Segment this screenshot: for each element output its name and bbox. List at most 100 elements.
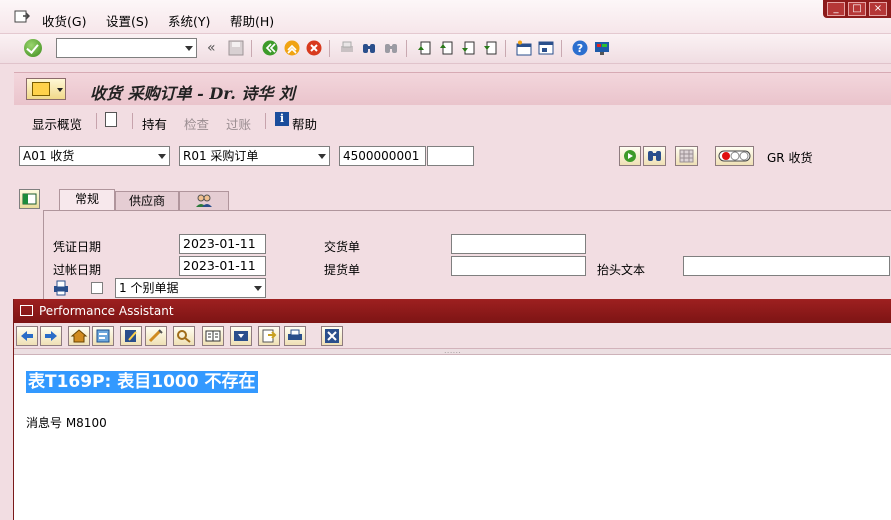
- object-services-icon: [32, 82, 50, 96]
- print-checkbox[interactable]: [91, 282, 103, 294]
- enter-checkmark-icon[interactable]: [24, 39, 42, 57]
- tools-icon: [96, 329, 110, 343]
- toggle-header-button[interactable]: [19, 189, 40, 209]
- menu-help[interactable]: 帮助(H): [230, 11, 274, 30]
- delivery-note-field[interactable]: [451, 234, 586, 254]
- back-button[interactable]: [16, 326, 38, 346]
- book-icon: [205, 330, 221, 342]
- arrow-right-icon: [45, 331, 57, 341]
- menu-bar: 收货(G) 设置(S) 系统(Y) 帮助(H) _ □ ×: [0, 0, 891, 34]
- execute-icon: [624, 150, 636, 162]
- doc-date-field[interactable]: 2023-01-11: [179, 234, 266, 254]
- home-button[interactable]: [68, 326, 90, 346]
- screen-title-bar: 收货 采购订单 - Dr. 诗华 刘: [14, 72, 891, 105]
- search-button[interactable]: [173, 326, 195, 346]
- chevron-down-icon[interactable]: [158, 154, 166, 159]
- minimize-icon[interactable]: _: [827, 2, 845, 16]
- tab-vendor[interactable]: 供应商: [115, 191, 179, 211]
- print-button[interactable]: [284, 326, 306, 346]
- new-document-icon[interactable]: [105, 112, 117, 127]
- edit-button[interactable]: [120, 326, 142, 346]
- reference-select[interactable]: R01 采购订单: [179, 146, 330, 166]
- close-icon[interactable]: ×: [869, 2, 887, 16]
- error-message: 表T169P: 表目1000 不存在: [26, 371, 258, 393]
- gr-label: GR 收货: [767, 151, 813, 165]
- back-icon[interactable]: [262, 40, 278, 56]
- help-icon[interactable]: ?: [572, 40, 588, 56]
- action-select[interactable]: A01 收货: [19, 146, 170, 166]
- technical-info-button[interactable]: [92, 326, 114, 346]
- menu-settings[interactable]: 设置(S): [106, 11, 149, 30]
- export-button[interactable]: [258, 326, 280, 346]
- export-icon: [262, 329, 277, 343]
- application-toolbar: 显示概览 持有 检查 过账 i 帮助: [14, 105, 891, 137]
- bill-of-lading-field[interactable]: [451, 256, 586, 276]
- glossary-button[interactable]: [202, 326, 224, 346]
- cancel-icon[interactable]: [306, 40, 322, 56]
- window-icon: [20, 305, 33, 316]
- pencil-icon: [148, 329, 163, 343]
- header-text-label: 抬头文本: [597, 263, 646, 277]
- maximize-icon[interactable]: □: [848, 2, 866, 16]
- command-input[interactable]: [57, 39, 175, 57]
- detail-button[interactable]: [675, 146, 698, 166]
- close-assistant-button[interactable]: [321, 326, 343, 346]
- next-page-icon[interactable]: [460, 40, 476, 56]
- exit-icon[interactable]: [284, 40, 300, 56]
- save-icon[interactable]: [228, 40, 244, 56]
- pencil-button[interactable]: [145, 326, 167, 346]
- new-session-icon[interactable]: [516, 40, 532, 56]
- tab-partners[interactable]: [179, 191, 229, 211]
- menu-goods-receipt[interactable]: 收货(G): [42, 11, 86, 30]
- print-slip-select[interactable]: 1 个别单据: [115, 278, 266, 298]
- chevron-down-icon[interactable]: [318, 154, 326, 159]
- first-page-icon[interactable]: [416, 40, 432, 56]
- check-button[interactable]: 检查: [184, 114, 209, 133]
- services-for-object-button[interactable]: [26, 78, 66, 100]
- separator: [132, 113, 133, 129]
- tab-general[interactable]: 常规: [59, 189, 115, 211]
- system-menu-icon[interactable]: [14, 10, 30, 24]
- post-button[interactable]: 过账: [226, 114, 251, 133]
- splitter-handle[interactable]: ......: [14, 349, 891, 355]
- printer-icon[interactable]: [52, 280, 70, 296]
- info-icon: i: [275, 112, 289, 126]
- find-icon[interactable]: [361, 40, 377, 56]
- hold-button[interactable]: 持有: [142, 114, 167, 133]
- arrow-left-icon: [21, 331, 33, 341]
- po-item-field[interactable]: [427, 146, 474, 166]
- performance-assistant-window: Performance Assistant ...... 表T169P: 表目1…: [13, 299, 891, 520]
- command-field[interactable]: [56, 38, 197, 58]
- customize-layout-icon[interactable]: [594, 40, 610, 56]
- close-icon: [325, 329, 339, 343]
- tab-strip: 常规 供应商: [14, 187, 891, 211]
- svg-text:?: ?: [577, 42, 583, 55]
- standard-toolbar: « ?: [0, 34, 891, 64]
- search-po-button[interactable]: [643, 146, 666, 166]
- separator: [406, 40, 407, 57]
- chevron-down-icon[interactable]: [254, 286, 262, 291]
- help-button[interactable]: 帮助: [292, 114, 317, 133]
- print-slip-value: 1 个别单据: [119, 281, 179, 295]
- po-number-field[interactable]: 4500000001: [339, 146, 426, 166]
- last-page-icon[interactable]: [482, 40, 498, 56]
- execute-button[interactable]: [619, 146, 641, 166]
- print-icon[interactable]: [339, 40, 355, 56]
- printer-icon: [288, 329, 302, 340]
- header-text-field[interactable]: [683, 256, 890, 276]
- post-date-field[interactable]: 2023-01-11: [179, 256, 266, 276]
- collapse-command-icon[interactable]: «: [207, 40, 216, 56]
- find-next-icon[interactable]: [383, 40, 399, 56]
- chevron-down-icon[interactable]: [185, 46, 193, 51]
- bookmark-button[interactable]: [230, 326, 252, 346]
- assistant-title: Performance Assistant: [39, 304, 174, 318]
- forward-button[interactable]: [40, 326, 62, 346]
- header-toggle-icon: [22, 193, 37, 205]
- show-overview-button[interactable]: 显示概览: [32, 114, 82, 133]
- menu-system[interactable]: 系统(Y): [168, 11, 210, 30]
- previous-page-icon[interactable]: [438, 40, 454, 56]
- magnifier-icon: [177, 330, 191, 343]
- traffic-light-button[interactable]: [715, 146, 754, 166]
- shortcut-icon[interactable]: [538, 40, 554, 56]
- bill-of-lading-label: 提货单: [324, 263, 361, 277]
